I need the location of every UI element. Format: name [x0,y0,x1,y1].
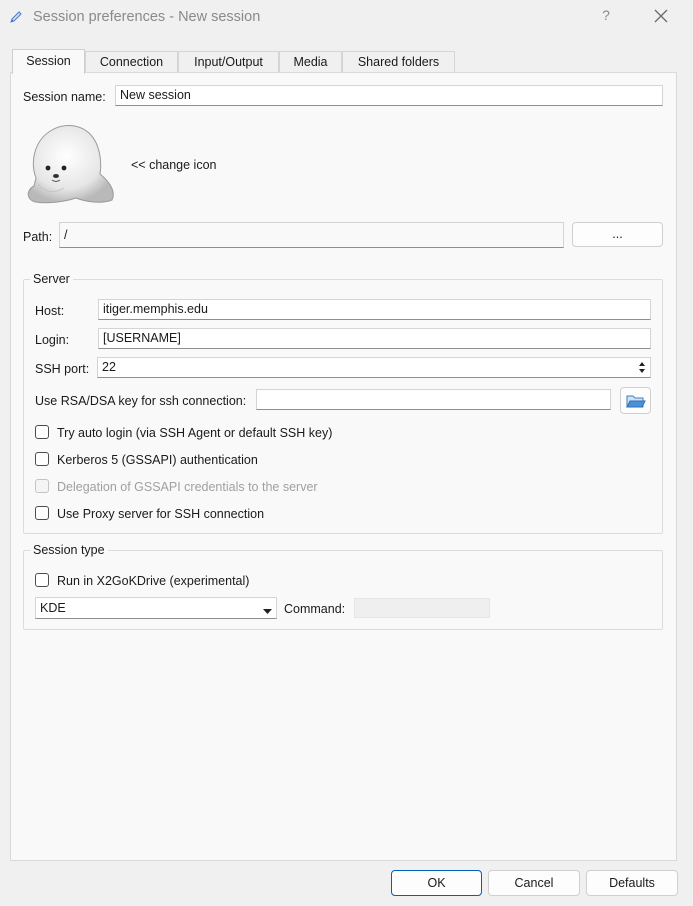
tab-session[interactable]: Session [12,49,85,74]
auto-login-label: Try auto login (via SSH Agent or default… [57,426,333,440]
x2go-kdrive-checkbox[interactable] [35,573,49,587]
ok-button[interactable]: OK [391,870,482,896]
tab-input-output[interactable]: Input/Output [178,51,279,72]
ssh-port-stepper[interactable]: 22 [97,357,651,378]
folder-open-icon [625,395,646,408]
kerberos-checkbox[interactable] [35,452,49,466]
delegation-checkbox [35,479,49,493]
x2go-kdrive-label: Run in X2GoKDrive (experimental) [57,574,250,588]
help-button[interactable]: ? [596,7,616,27]
session-icon[interactable] [24,122,118,206]
pencil-icon [8,9,24,25]
rsa-key-browse-button[interactable] [620,387,651,414]
path-label: Path: [23,230,53,244]
rsa-key-input[interactable] [256,389,611,410]
chevron-down-icon [263,604,272,614]
login-input[interactable]: [USERNAME] [98,328,651,349]
window-title: Session preferences - New session [33,9,261,25]
path-input[interactable]: / [59,222,564,248]
host-input[interactable]: itiger.memphis.edu [98,299,651,320]
ssh-port-label: SSH port: [35,362,90,376]
close-icon[interactable] [650,5,672,27]
session-type-group-title: Session type [30,543,108,557]
session-name-label: Session name: [23,90,106,104]
change-icon-link[interactable]: << change icon [131,158,217,172]
command-input [354,598,490,618]
tab-connection[interactable]: Connection [85,51,178,72]
session-type-value: KDE [40,601,66,615]
defaults-button[interactable]: Defaults [586,870,678,896]
tab-shared-folders[interactable]: Shared folders [342,51,455,72]
auto-login-checkbox[interactable] [35,425,49,439]
host-label: Host: [35,304,65,318]
proxy-checkbox[interactable] [35,506,49,520]
tab-media[interactable]: Media [279,51,342,72]
rsa-key-label: Use RSA/DSA key for ssh connection: [35,394,247,408]
server-group-title: Server [30,272,73,286]
path-browse-button[interactable]: ... [572,222,663,247]
delegation-label: Delegation of GSSAPI credentials to the … [57,480,318,494]
login-label: Login: [35,333,70,347]
cancel-button[interactable]: Cancel [488,870,580,896]
spin-arrows-icon[interactable] [636,359,648,376]
session-type-select[interactable]: KDE [35,597,277,619]
proxy-label: Use Proxy server for SSH connection [57,507,265,521]
command-label: Command: [284,602,346,616]
session-name-input[interactable]: New session [115,85,663,106]
kerberos-label: Kerberos 5 (GSSAPI) authentication [57,453,258,467]
